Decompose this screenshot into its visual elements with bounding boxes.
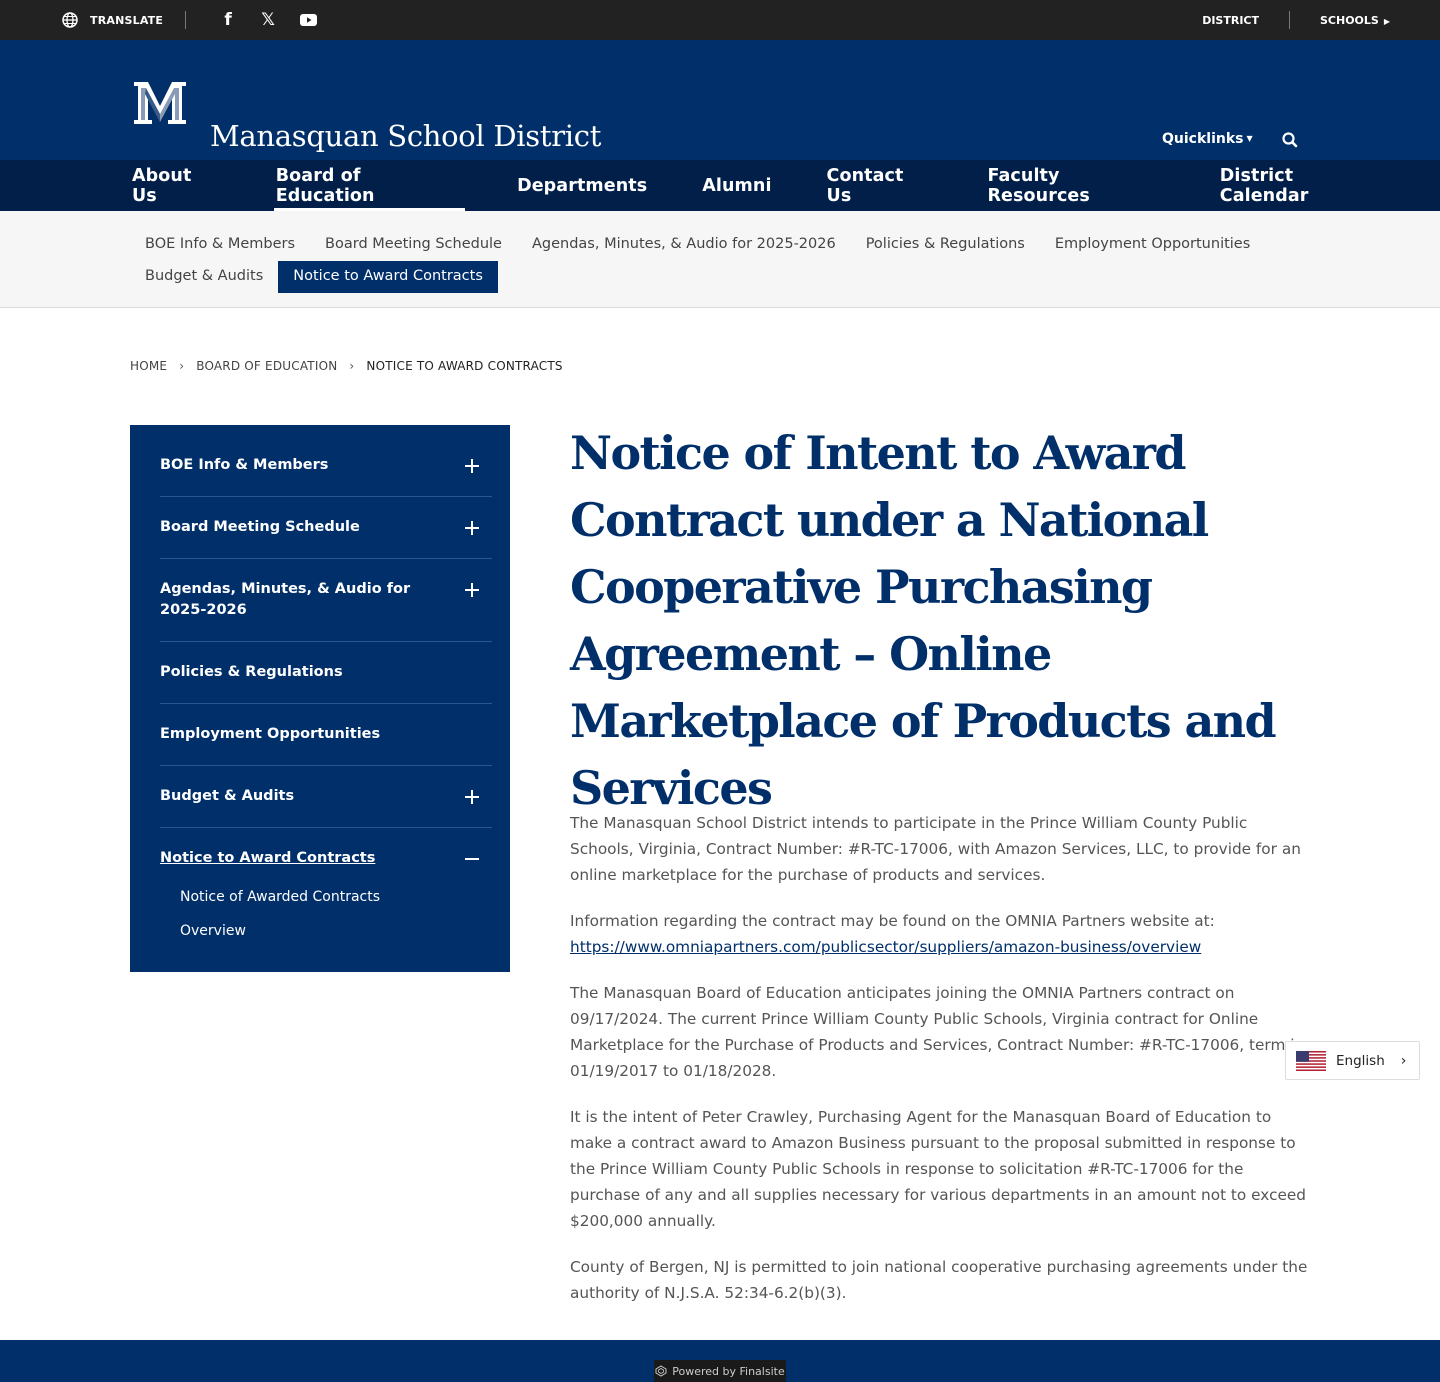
utility-left: TRANSLATE f 𝕏 bbox=[62, 0, 328, 40]
nav-item-district-calendar[interactable]: District Calendar bbox=[1220, 160, 1385, 211]
nav-item-about-us[interactable]: About Us bbox=[132, 160, 221, 211]
site-header: Manasquan School District Quicklinks ▼ bbox=[0, 40, 1440, 160]
nav-item-board-of-education[interactable]: Board of Education bbox=[273, 160, 466, 211]
sidenav-item-notice-to-award[interactable]: Notice to Award Contracts bbox=[160, 828, 492, 890]
subnav-item-notice-to-award[interactable]: Notice to Award Contracts bbox=[278, 261, 498, 293]
sidenav-item-budget[interactable]: Budget & Audits bbox=[160, 766, 492, 828]
subnav-item-boe-info[interactable]: BOE Info & Members bbox=[130, 229, 310, 261]
site-title[interactable]: Manasquan School District bbox=[210, 119, 601, 153]
subnav-item-agendas[interactable]: Agendas, Minutes, & Audio for 2025-2026 bbox=[517, 229, 851, 261]
content-paragraph: The Manasquan Board of Education anticip… bbox=[570, 984, 1303, 1080]
divider bbox=[185, 11, 187, 29]
youtube-icon-shape bbox=[299, 14, 317, 26]
subnav-item-budget[interactable]: Budget & Audits bbox=[130, 261, 278, 293]
language-selector[interactable]: English › bbox=[1285, 1041, 1420, 1080]
plus-icon[interactable] bbox=[464, 582, 480, 598]
x-icon[interactable]: 𝕏 bbox=[248, 0, 288, 40]
page-content: The Manasquan School District intends to… bbox=[570, 810, 1315, 1326]
divider bbox=[1289, 11, 1290, 29]
breadcrumb: HOME › BOARD OF EDUCATION › NOTICE TO AW… bbox=[130, 359, 563, 373]
page-title: Notice of Intent to Award Contract under… bbox=[570, 426, 1277, 815]
sidenav-item-board-meeting-schedule[interactable]: Board Meeting Schedule bbox=[160, 497, 492, 559]
plus-icon[interactable] bbox=[464, 458, 480, 474]
breadcrumb-home[interactable]: HOME bbox=[130, 359, 167, 373]
content-paragraph: It is the intent of Peter Crawley, Purch… bbox=[570, 1108, 1307, 1230]
language-label: English bbox=[1336, 1052, 1385, 1069]
sidenav-item-label: Board Meeting Schedule bbox=[160, 519, 360, 535]
district-link[interactable]: DISTRICT bbox=[1202, 14, 1259, 27]
utility-bar: TRANSLATE f 𝕏 DISTRICT SCHOOLS ▶ bbox=[0, 0, 1440, 40]
site-footer: Powered by Finalsite bbox=[0, 1340, 1440, 1382]
side-nav: BOE Info & Members Board Meeting Schedul… bbox=[130, 425, 510, 972]
schools-dropdown[interactable]: SCHOOLS ▶ bbox=[1320, 14, 1390, 27]
facebook-icon[interactable]: f bbox=[208, 0, 248, 40]
translate-label: TRANSLATE bbox=[90, 13, 164, 27]
content-paragraph: The Manasquan School District intends to… bbox=[570, 814, 1301, 884]
plus-icon[interactable] bbox=[464, 789, 480, 805]
sidenav-subitem-overview[interactable]: Overview bbox=[180, 923, 246, 939]
plus-icon[interactable] bbox=[464, 520, 480, 536]
powered-by-badge[interactable]: Powered by Finalsite bbox=[654, 1360, 786, 1382]
sidenav-subitem-notice-of-awarded-contracts[interactable]: Notice of Awarded Contracts bbox=[180, 889, 380, 905]
sidenav-item-label: Employment Opportunities bbox=[160, 726, 381, 742]
utility-right: DISTRICT SCHOOLS ▶ bbox=[1202, 0, 1390, 40]
breadcrumb-current: NOTICE TO AWARD CONTRACTS bbox=[366, 359, 563, 373]
content-paragraph: Information regarding the contract may b… bbox=[570, 908, 1315, 960]
sidenav-item-label: Budget & Audits bbox=[160, 788, 295, 804]
sidenav-item-agendas[interactable]: Agendas, Minutes, & Audio for 2025-2026 bbox=[160, 559, 492, 642]
sidenav-item-employment[interactable]: Employment Opportunities bbox=[160, 704, 492, 766]
content-paragraph-text: Information regarding the contract may b… bbox=[570, 912, 1215, 930]
sidenav-item-policies[interactable]: Policies & Regulations bbox=[160, 642, 492, 704]
schools-label: SCHOOLS bbox=[1320, 13, 1379, 27]
finalsite-icon bbox=[655, 1365, 667, 1377]
nav-item-contact-us[interactable]: Contact Us bbox=[827, 160, 933, 211]
breadcrumb-board-of-education[interactable]: BOARD OF EDUCATION bbox=[196, 359, 337, 373]
powered-by-label: Powered by Finalsite bbox=[672, 1364, 785, 1378]
search-icon[interactable] bbox=[1281, 131, 1299, 149]
us-flag-icon bbox=[1296, 1050, 1326, 1071]
omnia-partners-link[interactable]: https://www.omniapartners.com/publicsect… bbox=[570, 938, 1201, 956]
chevron-right-icon: › bbox=[1400, 1052, 1407, 1069]
translate-button[interactable]: TRANSLATE bbox=[62, 12, 163, 28]
nav-item-faculty-resources[interactable]: Faculty Resources bbox=[987, 160, 1164, 211]
nav-item-alumni[interactable]: Alumni bbox=[702, 160, 771, 211]
social-links: f 𝕏 bbox=[208, 0, 328, 40]
subnav-item-employment[interactable]: Employment Opportunities bbox=[1040, 229, 1265, 261]
caret-right-icon: ▶ bbox=[1383, 16, 1390, 26]
sidenav-item-boe-info[interactable]: BOE Info & Members bbox=[160, 425, 492, 497]
minus-icon[interactable] bbox=[464, 851, 480, 867]
quicklinks-dropdown[interactable]: Quicklinks ▼ bbox=[1162, 131, 1253, 147]
chevron-right-icon: › bbox=[179, 359, 185, 373]
sidenav-item-label: Notice to Award Contracts bbox=[160, 850, 376, 866]
content-paragraph: County of Bergen, NJ is permitted to joi… bbox=[570, 1258, 1308, 1302]
youtube-icon[interactable] bbox=[288, 0, 328, 40]
subnav-item-board-meeting-schedule[interactable]: Board Meeting Schedule bbox=[310, 229, 517, 261]
section-subnav: BOE Info & Members Board Meeting Schedul… bbox=[0, 211, 1440, 308]
district-logo[interactable] bbox=[132, 80, 188, 126]
caret-down-icon: ▼ bbox=[1246, 134, 1253, 143]
quicklinks-label: Quicklinks bbox=[1162, 131, 1244, 147]
sidenav-item-label: Agendas, Minutes, & Audio for 2025-2026 bbox=[160, 581, 411, 618]
globe-icon bbox=[62, 12, 78, 28]
subnav-item-policies[interactable]: Policies & Regulations bbox=[851, 229, 1040, 261]
sidenav-item-label: Policies & Regulations bbox=[160, 664, 343, 680]
main-nav: About Us Board of Education Departments … bbox=[0, 160, 1440, 211]
nav-item-departments[interactable]: Departments bbox=[517, 160, 647, 211]
sidenav-item-label: BOE Info & Members bbox=[160, 457, 329, 473]
chevron-right-icon: › bbox=[349, 359, 355, 373]
